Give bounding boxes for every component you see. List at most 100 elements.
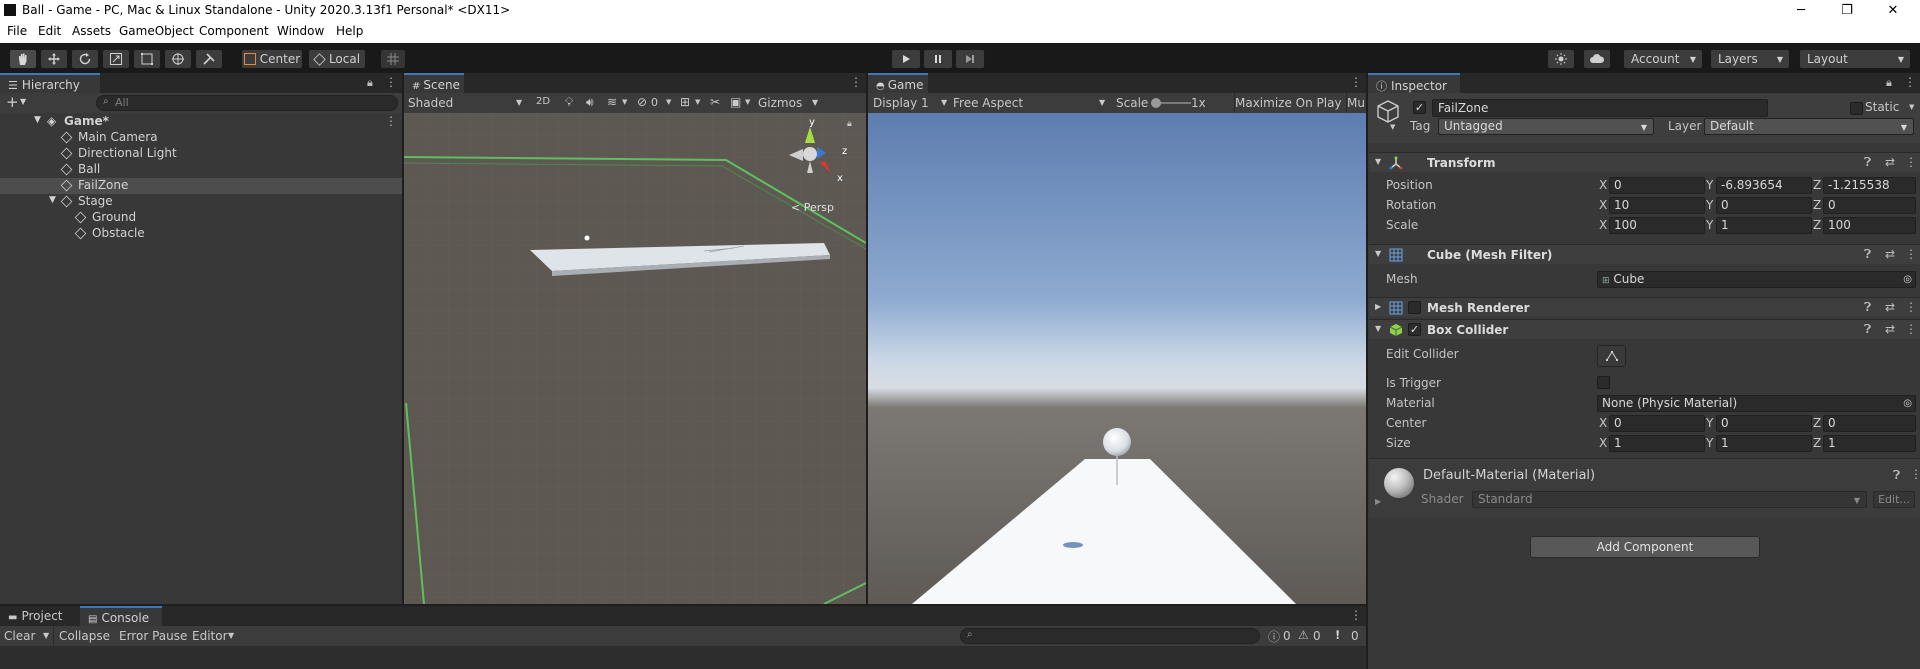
size-y-field[interactable]: 1	[1716, 435, 1812, 452]
mesh-renderer-enabled-checkbox[interactable]	[1408, 301, 1421, 314]
console-search-input[interactable]: ⌕	[960, 628, 1260, 644]
object-picker-icon[interactable]: ◎	[1903, 396, 1912, 411]
snap-grid-button[interactable]	[380, 49, 406, 69]
help-icon[interactable]: ❓︎	[1864, 300, 1871, 315]
layers-dropdown[interactable]: Layers ▼	[1710, 49, 1790, 69]
shader-dropdown[interactable]: Standard ▼	[1472, 491, 1867, 508]
panel-menu-icon[interactable]: ⋮	[850, 75, 862, 89]
scale-slider-thumb[interactable]	[1151, 98, 1161, 108]
center-z-field[interactable]: 0	[1823, 415, 1916, 432]
maximize-button[interactable]: ❐	[1824, 0, 1870, 21]
close-button[interactable]: ✕	[1870, 0, 1916, 21]
scene-root-row[interactable]: ▼ ◈ Game* ⋮	[0, 114, 402, 130]
preset-sliders-icon[interactable]: ⇄	[1885, 155, 1895, 169]
physic-material-field[interactable]: None (Physic Material) ◎	[1597, 395, 1916, 412]
hierarchy-item-failzone[interactable]: FailZone	[0, 178, 402, 194]
panel-menu-icon[interactable]: ⋮	[1904, 75, 1916, 89]
hand-tool-button[interactable]	[9, 49, 37, 69]
editor-target-dropdown[interactable]: Editor	[192, 629, 228, 643]
pivot-mode-button[interactable]: Center	[241, 49, 303, 69]
static-checkbox[interactable]	[1850, 102, 1863, 115]
tab-inspector[interactable]: ⓘ Inspector	[1368, 73, 1460, 93]
menu-edit[interactable]: Edit	[38, 24, 61, 38]
expand-arrow-icon[interactable]: ▼	[1375, 249, 1381, 258]
transform-tool-button[interactable]	[164, 49, 192, 69]
component-menu-icon[interactable]: ⋮	[1905, 300, 1917, 314]
tab-hierarchy[interactable]: ☰ Hierarchy	[0, 73, 100, 93]
scale-tool-button[interactable]	[102, 49, 130, 69]
menu-component[interactable]: Component	[199, 24, 269, 38]
game-viewport[interactable]	[868, 113, 1366, 604]
clear-button[interactable]: Clear	[4, 629, 35, 643]
center-y-field[interactable]: 0	[1716, 415, 1812, 432]
hierarchy-item-main-camera[interactable]: Main Camera	[0, 130, 400, 146]
expand-arrow-icon[interactable]: ▼	[1375, 157, 1381, 166]
shading-mode-dropdown[interactable]: Shaded ▼	[408, 96, 526, 110]
size-z-field[interactable]: 1	[1823, 435, 1916, 452]
box-collider-enabled-checkbox[interactable]: ✓	[1408, 323, 1421, 336]
cloud-button[interactable]	[1583, 49, 1611, 69]
panel-menu-icon[interactable]: ⋮	[1350, 608, 1362, 622]
menu-gameobject[interactable]: GameObject	[119, 24, 194, 38]
layer-dropdown[interactable]: Default ▼	[1704, 118, 1914, 135]
hidden-objects-eye-icon[interactable]: ⊘	[637, 95, 647, 109]
pivot-space-button[interactable]: Local	[308, 49, 366, 69]
tab-game[interactable]: ◓ Game	[868, 73, 928, 93]
shader-edit-button[interactable]: Edit...	[1873, 491, 1915, 508]
rotate-tool-button[interactable]	[71, 49, 99, 69]
position-x-field[interactable]: 0	[1609, 177, 1705, 194]
preset-sliders-icon[interactable]: ⇄	[1885, 322, 1895, 336]
toggle-2d-button[interactable]: 2D	[536, 96, 550, 107]
add-component-button[interactable]: Add Component	[1530, 536, 1760, 558]
hierarchy-item-ball[interactable]: Ball	[0, 162, 400, 178]
component-menu-icon[interactable]: ⋮	[1910, 467, 1920, 481]
hierarchy-item-obstacle[interactable]: Obstacle	[0, 226, 400, 242]
gizmos-dropdown[interactable]: Gizmos ▼	[758, 96, 828, 110]
object-name-input[interactable]: FailZone	[1432, 99, 1768, 117]
effects-layers-icon[interactable]: ≋	[607, 95, 617, 109]
grid-visibility-icon[interactable]: ⊞	[680, 95, 690, 109]
center-x-field[interactable]: 0	[1609, 415, 1705, 432]
box-collider-component-header[interactable]: ▼ ✓ Box Collider ❓︎ ⇄ ⋮	[1369, 319, 1920, 339]
rotation-x-field[interactable]: 10	[1609, 197, 1705, 214]
scene-viewport[interactable]: y z x 🔒︎ < Persp	[404, 113, 866, 604]
move-tool-button[interactable]	[40, 49, 68, 69]
scale-slider[interactable]	[1151, 98, 1191, 108]
maximize-on-play-toggle[interactable]: Maximize On Play	[1235, 96, 1342, 110]
collapse-toggle[interactable]: Collapse	[59, 629, 110, 643]
panel-menu-icon[interactable]: ⋮	[385, 75, 397, 89]
menu-window[interactable]: Window	[277, 24, 324, 38]
display-dropdown[interactable]: Display 1 ▼	[873, 96, 951, 110]
expand-arrow-icon[interactable]: ▼	[34, 115, 41, 125]
lock-icon[interactable]: 🔒︎	[367, 76, 373, 90]
tab-project[interactable]: ▬ Project	[0, 606, 78, 626]
info-log-icon[interactable]: ⓘ	[1268, 628, 1280, 645]
help-icon[interactable]: ❓︎	[1864, 155, 1871, 170]
lock-icon[interactable]: 🔒︎	[847, 119, 852, 129]
scale-z-field[interactable]: 100	[1823, 217, 1916, 234]
help-icon[interactable]: ❓︎	[1864, 322, 1871, 337]
create-button[interactable]: +	[6, 93, 19, 111]
chevron-down-icon[interactable]: ▼	[1909, 103, 1914, 111]
warning-icon[interactable]: ⚠︎	[1298, 628, 1309, 642]
menu-assets[interactable]: Assets	[72, 24, 111, 38]
component-menu-icon[interactable]: ⋮	[1905, 322, 1917, 336]
services-button[interactable]	[1547, 49, 1575, 69]
panel-menu-icon[interactable]: ⋮	[1350, 75, 1362, 89]
expand-arrow-icon[interactable]: ▼	[1375, 324, 1381, 333]
menu-file[interactable]: File	[7, 24, 27, 38]
account-dropdown[interactable]: Account ▼	[1623, 49, 1703, 69]
hierarchy-search-input[interactable]: ⌕ All	[96, 95, 398, 111]
rotation-z-field[interactable]: 0	[1823, 197, 1916, 214]
menu-help[interactable]: Help	[336, 24, 363, 38]
tab-scene[interactable]: # Scene	[404, 73, 464, 93]
expand-arrow-icon[interactable]: ▼	[49, 195, 56, 205]
rotation-y-field[interactable]: 0	[1716, 197, 1812, 214]
step-button[interactable]	[955, 49, 985, 69]
object-picker-icon[interactable]: ◎	[1903, 272, 1912, 287]
mesh-object-field[interactable]: ⊞ Cube ◎	[1597, 271, 1916, 288]
preset-sliders-icon[interactable]: ⇄	[1885, 300, 1895, 314]
tools-icon[interactable]: ✂︎	[710, 95, 720, 109]
is-trigger-checkbox[interactable]	[1597, 376, 1610, 389]
tag-dropdown[interactable]: Untagged ▼	[1438, 118, 1654, 135]
